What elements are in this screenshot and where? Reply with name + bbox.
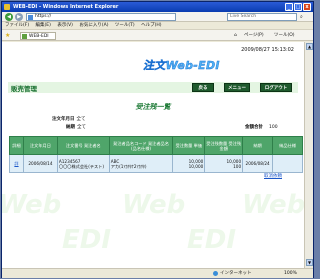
- watermark-text: Web: [122, 190, 186, 220]
- favorites-star-icon[interactable]: ★: [5, 32, 10, 39]
- page-content: Web EDI Web EDI Web 2009/08/27 15:13:02 …: [2, 42, 304, 268]
- delivery-condition: 納期 全て: [66, 124, 86, 130]
- delivery-value: 全て: [77, 125, 86, 130]
- cell-item: ABC アカ(1ｱｶｻﾀﾅ2ｱｶｻﾀ): [108, 154, 174, 173]
- table-row: 詳 2006/08/14 A1234567 〇〇〇株式会社(テスト) ABC アカ(…: [9, 154, 303, 173]
- col-header-item: 発注者品名コード 発注者品名(品名仕様): [108, 136, 174, 155]
- scroll-up-icon[interactable]: ▲: [306, 43, 313, 50]
- remain-amount: 100: [233, 163, 242, 169]
- menu-tools[interactable]: ツール(T): [115, 23, 135, 28]
- cell-order-date: 2006/08/14: [22, 154, 58, 173]
- delivery-label: 納期: [66, 125, 75, 130]
- menu-help[interactable]: ヘルプ(H): [141, 23, 161, 28]
- total-value: 100: [269, 125, 278, 130]
- cell-detail: 詳: [9, 154, 24, 173]
- table-header-row: 詳細 注文年月日 注文番号 発注者名 発注者品名コード 発注者品名(品名仕様) …: [9, 136, 303, 155]
- zoom-level[interactable]: 100%: [284, 269, 297, 278]
- search-input[interactable]: Live Search: [227, 13, 297, 21]
- order-date-condition: 注文年月日 全て: [52, 116, 86, 122]
- vertical-scrollbar[interactable]: ▲ ▼: [304, 42, 313, 268]
- close-button[interactable]: x: [303, 3, 311, 11]
- forward-button[interactable]: ▶: [15, 13, 23, 21]
- col-header-remain: 受注残数量 受注残金額: [204, 136, 244, 155]
- tools-menu[interactable]: ツール(O): [274, 32, 295, 40]
- security-zone: インターネット: [212, 269, 252, 278]
- watermark-text: Web: [2, 190, 62, 220]
- cell-qty: 10,000 10,000: [172, 154, 206, 173]
- system-title: 販売管理: [11, 85, 37, 93]
- menu-button[interactable]: メニュー: [224, 83, 250, 92]
- ie-logo-icon: [4, 4, 10, 10]
- logout-button[interactable]: ログアウト: [260, 83, 292, 92]
- home-button[interactable]: ⌂: [234, 32, 237, 40]
- site-logo: 注文Web-EDI: [143, 59, 220, 72]
- menu-favorites[interactable]: お気に入り(A): [79, 23, 108, 28]
- menu-file[interactable]: ファイル(F): [5, 23, 29, 28]
- address-bar-row: ◀ ▶ https:// Live Search ⌕: [2, 12, 313, 22]
- minimize-button[interactable]: _: [285, 3, 293, 11]
- back-page-button[interactable]: 戻る: [192, 83, 214, 92]
- order-date-value: 全て: [76, 117, 86, 122]
- current-datetime: 2009/08/27 15:13:02: [241, 47, 294, 53]
- scroll-down-icon[interactable]: ▼: [306, 259, 313, 266]
- header-band: [8, 82, 298, 93]
- watermark-text: EDI: [62, 225, 112, 255]
- watermark-text: Web: [242, 190, 304, 220]
- total-amount: 金額合計 100: [245, 124, 278, 130]
- page-title: 受注残一覧: [135, 103, 171, 111]
- menu-view[interactable]: 表示(V): [57, 23, 73, 28]
- menu-bar: ファイル(F) 編集(E) 表示(V) お気に入り(A) ツール(T) ヘルプ(…: [2, 22, 313, 30]
- col-header-qty: 受注数量 単価: [172, 136, 206, 155]
- orderer-name: 〇〇〇株式会社(テスト): [58, 163, 105, 169]
- col-header-spec: 納品仕様: [272, 136, 303, 155]
- col-header-delivery: 納期: [242, 136, 274, 155]
- detail-link[interactable]: 詳: [14, 161, 18, 166]
- page-icon: [28, 15, 33, 20]
- order-table: 詳細 注文年月日 注文番号 発注者名 発注者品名コード 発注者品名(品名仕様) …: [9, 136, 303, 173]
- tab-favicon: [22, 34, 27, 39]
- status-bar: インターネット 100%: [2, 268, 313, 278]
- maximize-button[interactable]: □: [294, 3, 302, 11]
- watermark-text: EDI: [187, 225, 237, 255]
- back-button[interactable]: ◀: [5, 13, 13, 21]
- col-header-order-date: 注文年月日: [22, 136, 58, 155]
- address-text: https://: [35, 14, 52, 19]
- cell-spec: [272, 154, 303, 173]
- tab-title: WEB-EDI: [29, 34, 49, 39]
- cell-delivery: 2006/08/24: [242, 154, 274, 173]
- tab-web-edi[interactable]: WEB-EDI: [20, 32, 56, 40]
- search-icon[interactable]: ⌕: [300, 14, 303, 20]
- page-menu[interactable]: ページ(P): [244, 32, 264, 40]
- unit-price: 10,000: [188, 163, 204, 169]
- total-label: 金額合計: [245, 125, 263, 130]
- address-field[interactable]: https://: [26, 13, 176, 21]
- browser-window: WEB-EDI - Windows Internet Explorer _ □ …: [1, 1, 314, 278]
- cancel-request-link[interactable]: 取消依頼: [264, 173, 282, 179]
- cell-order-no: A1234567 〇〇〇株式会社(テスト): [56, 154, 110, 173]
- col-header-detail: 詳細: [9, 136, 24, 155]
- window-title: WEB-EDI - Windows Internet Explorer: [13, 4, 119, 10]
- cell-remain: 10,000 100: [204, 154, 244, 173]
- col-header-order-no: 注文番号 発注者名: [56, 136, 110, 155]
- order-date-label: 注文年月日: [52, 117, 75, 122]
- menu-edit[interactable]: 編集(E): [36, 23, 51, 28]
- zone-label: インターネット: [220, 271, 252, 276]
- item-name: アカ(1ｱｶｻﾀﾅ2ｱｶｻﾀ): [110, 163, 147, 169]
- globe-icon: [213, 271, 218, 276]
- title-bar: WEB-EDI - Windows Internet Explorer _ □ …: [2, 2, 313, 12]
- tab-bar: ★ WEB-EDI ⌂ ページ(P) ツール(O): [2, 30, 313, 41]
